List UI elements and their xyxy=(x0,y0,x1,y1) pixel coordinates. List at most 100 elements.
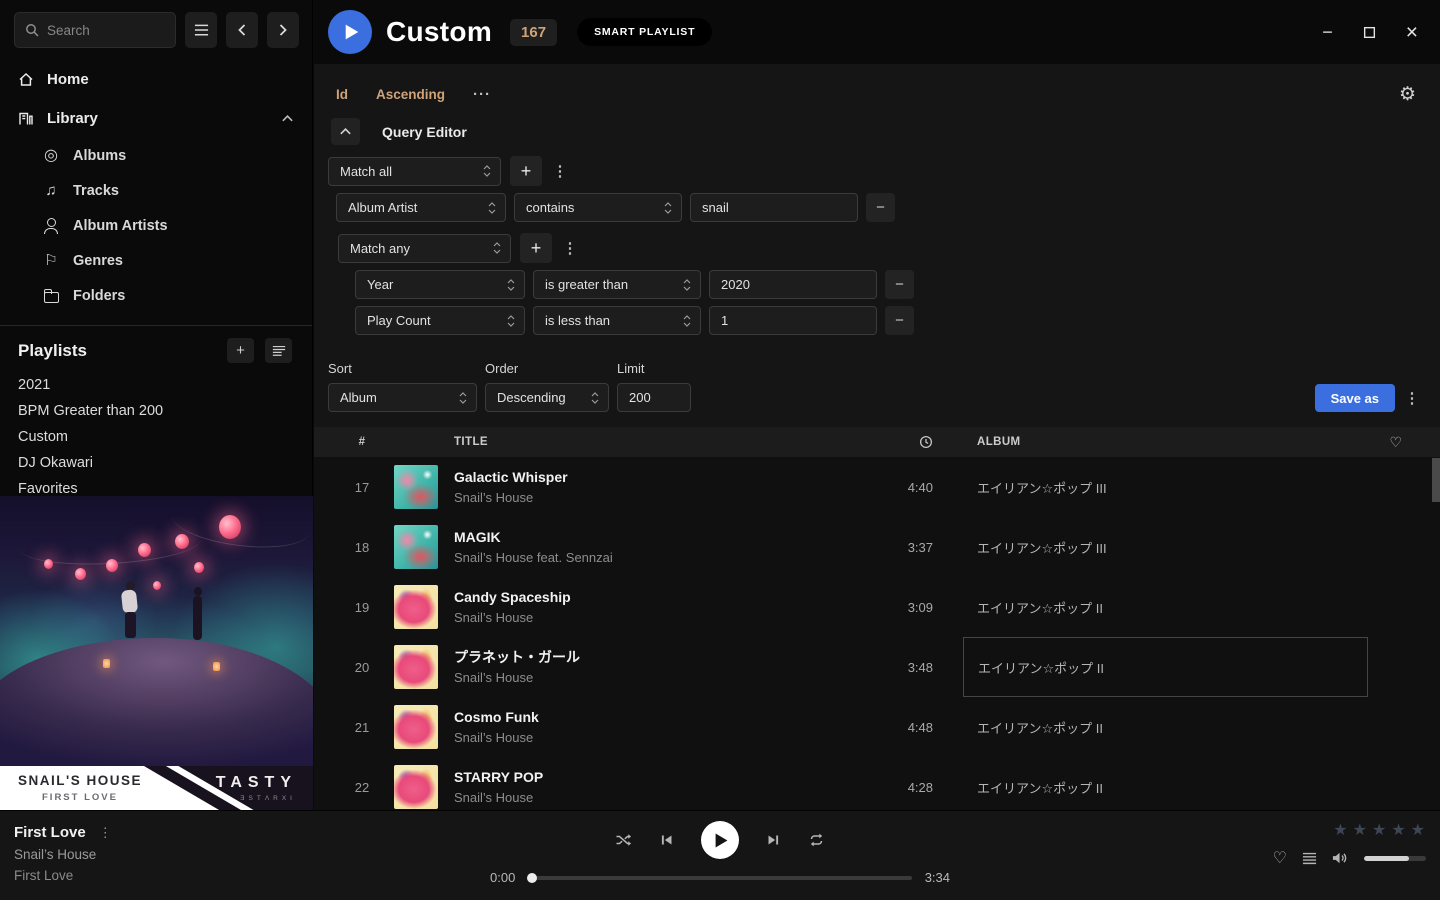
remove-rule-button[interactable]: − xyxy=(866,193,895,222)
query-editor-title: Query Editor xyxy=(382,124,467,140)
playlist-item[interactable]: DJ Okawari xyxy=(0,450,312,476)
rule-value-input[interactable] xyxy=(709,306,877,335)
rule-value-input[interactable] xyxy=(709,270,877,299)
star-icon[interactable]: ★ xyxy=(1353,823,1368,839)
sidebar-library-item[interactable]: Folders xyxy=(0,278,312,313)
sidebar-item-library[interactable]: Library xyxy=(0,99,312,138)
collapse-query-editor-button[interactable] xyxy=(331,118,360,145)
limit-input[interactable] xyxy=(617,383,691,412)
track-row[interactable]: 20 プラネット・ガール Snail’s House 3:48 エイリアン☆ポッ… xyxy=(314,637,1440,697)
add-rule-button[interactable]: + xyxy=(520,233,552,263)
operator-select[interactable]: contains xyxy=(514,193,682,222)
gear-icon[interactable]: ⚙ xyxy=(1399,83,1416,106)
sort-toolbar: Id Ascending ··· ⚙ xyxy=(314,64,1440,104)
track-title: Galactic Whisper xyxy=(454,467,857,487)
operator-select[interactable]: is greater than xyxy=(533,270,701,299)
track-album[interactable]: エイリアン☆ポップ II xyxy=(963,697,1368,757)
duration-clock-icon[interactable] xyxy=(919,435,933,449)
track-album[interactable]: エイリアン☆ポップ II xyxy=(963,577,1368,637)
star-icon[interactable]: ★ xyxy=(1411,823,1426,839)
field-select[interactable]: Play Count xyxy=(355,306,525,335)
rule-value-input[interactable] xyxy=(690,193,858,222)
now-playing-title: First Love xyxy=(14,824,86,841)
sidebar-library-item[interactable]: Tracks xyxy=(0,173,312,208)
track-album[interactable]: エイリアン☆ポップ III xyxy=(963,457,1368,517)
seek-bar[interactable] xyxy=(528,876,911,880)
track-album[interactable]: エイリアン☆ポップ II xyxy=(963,637,1368,697)
track-row[interactable]: 19 Candy Spaceship Snail’s House 3:09 エイ… xyxy=(314,577,1440,637)
search-box[interactable] xyxy=(14,12,176,48)
volume-icon[interactable] xyxy=(1332,851,1349,865)
maximize-button[interactable] xyxy=(1363,26,1376,39)
track-row[interactable]: 17 Galactic Whisper Snail’s House 4:40 エ… xyxy=(314,457,1440,517)
close-button[interactable]: × xyxy=(1406,22,1418,43)
add-rule-button[interactable]: + xyxy=(510,156,542,186)
play-icon xyxy=(342,24,359,40)
sort-field-button[interactable]: Id xyxy=(336,87,348,102)
now-playing-kebab-button[interactable]: ⋮ xyxy=(99,825,112,841)
now-playing-artist: Snail’s House xyxy=(14,847,112,862)
remove-rule-button[interactable]: − xyxy=(885,306,914,335)
track-duration: 4:40 xyxy=(873,480,933,495)
track-album[interactable]: エイリアン☆ポップ II xyxy=(963,757,1368,810)
query-order-select[interactable]: Descending xyxy=(485,383,609,412)
rating-stars[interactable]: ★ ★ ★ ★ ★ xyxy=(1333,823,1426,839)
sidebar-library-item[interactable]: Genres xyxy=(0,243,312,278)
sidebar-item-home[interactable]: Home xyxy=(0,60,312,99)
add-playlist-button[interactable]: + xyxy=(227,338,254,363)
seek-handle[interactable] xyxy=(527,873,537,883)
folder-icon xyxy=(42,288,60,304)
save-as-button[interactable]: Save as xyxy=(1315,384,1395,412)
track-duration: 3:37 xyxy=(873,540,933,555)
index-column-header[interactable]: # xyxy=(330,436,394,448)
field-select[interactable]: Album Artist xyxy=(336,193,506,222)
operator-select[interactable]: is less than xyxy=(533,306,701,335)
album-column-header[interactable]: ALBUM xyxy=(963,436,1368,448)
track-row[interactable]: 21 Cosmo Funk Snail’s House 4:48 エイリアン☆ポ… xyxy=(314,697,1440,757)
query-sort-select[interactable]: Album xyxy=(328,383,477,412)
field-select[interactable]: Year xyxy=(355,270,525,299)
forward-button[interactable] xyxy=(267,12,299,48)
repeat-button[interactable] xyxy=(808,833,825,847)
match-select[interactable]: Match any xyxy=(338,234,511,263)
back-button[interactable] xyxy=(226,12,258,48)
sort-direction-button[interactable]: Ascending xyxy=(376,87,445,102)
search-input[interactable] xyxy=(47,23,165,38)
shuffle-button[interactable] xyxy=(615,832,632,848)
track-row[interactable]: 18 MAGIK Snail’s House feat. Sennzai 3:3… xyxy=(314,517,1440,577)
favorite-column-heart-icon[interactable]: ♡ xyxy=(1390,434,1403,451)
table-scrollbar-thumb[interactable] xyxy=(1432,458,1440,502)
sidebar-toolbar xyxy=(0,0,312,60)
menu-button[interactable] xyxy=(185,12,217,48)
track-album[interactable]: エイリアン☆ポップ III xyxy=(963,517,1368,577)
volume-slider[interactable] xyxy=(1364,856,1426,861)
star-icon[interactable]: ★ xyxy=(1391,823,1406,839)
playlist-item[interactable]: 2021 xyxy=(0,372,312,398)
group-kebab-button[interactable]: ⋮ xyxy=(551,162,569,180)
minimize-button[interactable]: − xyxy=(1322,23,1333,41)
sidebar-library-item[interactable]: Albums xyxy=(0,138,312,173)
lantern xyxy=(219,515,241,539)
star-icon[interactable]: ★ xyxy=(1333,823,1348,839)
album-art-label-sub: ƎSTΛRXI xyxy=(240,795,296,802)
playlist-menu-button[interactable] xyxy=(265,338,292,363)
play-playlist-button[interactable] xyxy=(328,10,372,54)
track-title: Candy Spaceship xyxy=(454,587,857,607)
save-kebab-button[interactable]: ⋮ xyxy=(1403,384,1421,412)
play-pause-button[interactable] xyxy=(701,821,739,859)
playlist-item[interactable]: BPM Greater than 200 xyxy=(0,398,312,424)
sidebar-library-item[interactable]: Album Artists xyxy=(0,208,312,243)
playlist-item[interactable]: Custom xyxy=(0,424,312,450)
star-icon[interactable]: ★ xyxy=(1372,823,1387,839)
more-options-button[interactable]: ··· xyxy=(473,86,491,103)
queue-button[interactable] xyxy=(1302,852,1317,865)
group-kebab-button[interactable]: ⋮ xyxy=(561,239,579,257)
chevron-up-icon[interactable] xyxy=(281,114,294,123)
remove-rule-button[interactable]: − xyxy=(885,270,914,299)
previous-track-button[interactable] xyxy=(659,833,674,847)
title-column-header[interactable]: TITLE xyxy=(454,436,873,448)
next-track-button[interactable] xyxy=(766,833,781,847)
favorite-heart-button[interactable]: ♡ xyxy=(1273,848,1287,868)
track-row[interactable]: 22 STARRY POP Snail’s House 4:28 エイリアン☆ポ… xyxy=(314,757,1440,810)
match-select[interactable]: Match all xyxy=(328,157,501,186)
